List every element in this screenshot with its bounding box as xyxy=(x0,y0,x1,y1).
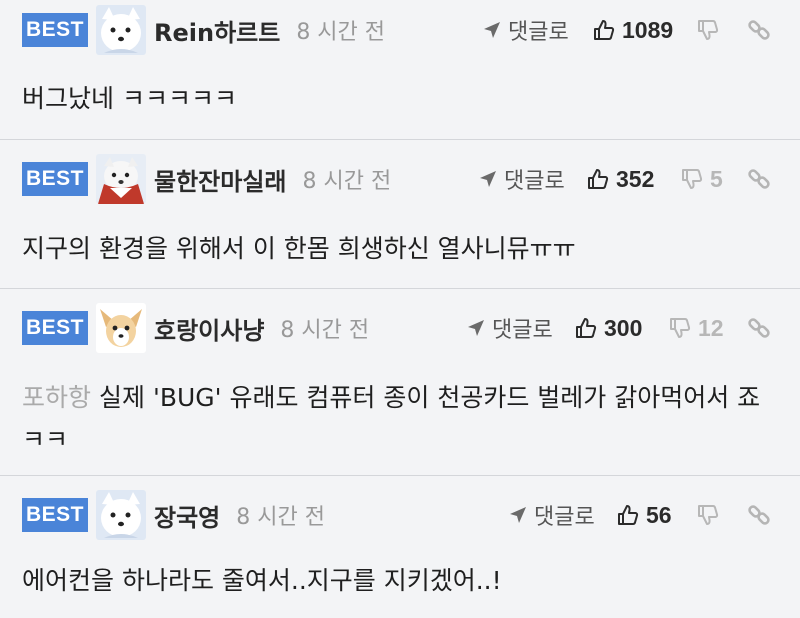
link-button[interactable] xyxy=(746,289,772,367)
upvote-button[interactable]: 300 xyxy=(574,289,642,367)
upvote-button[interactable]: 56 xyxy=(616,476,672,554)
thumbs-down-icon xyxy=(670,318,691,338)
reply-button[interactable]: 댓글로 xyxy=(508,476,595,554)
upvote-button[interactable]: 352 xyxy=(586,140,654,218)
timestamp: 8 시간 전 xyxy=(302,169,392,194)
send-arrow-icon xyxy=(510,507,526,523)
thumbs-down-icon xyxy=(682,169,703,189)
reply-button[interactable]: 댓글로 xyxy=(482,0,569,60)
best-badge: BEST xyxy=(22,13,88,47)
mention-user[interactable]: 포하항 xyxy=(22,383,91,412)
reply-label: 댓글로 xyxy=(508,20,569,45)
comment-item: BEST Rein하르트 8 시간 전 댓글로 1089 버그났네 ㅋㅋㅋㅋㅋ xyxy=(0,0,800,140)
upvote-count: 56 xyxy=(646,501,672,528)
send-arrow-icon xyxy=(468,320,484,336)
nickname[interactable]: Rein하르트 xyxy=(154,13,280,48)
thumbs-down-icon xyxy=(698,505,719,525)
send-arrow-icon xyxy=(480,171,496,187)
white-dog-avatar[interactable] xyxy=(96,490,146,540)
reply-label: 댓글로 xyxy=(534,505,595,530)
reply-label: 댓글로 xyxy=(504,169,565,194)
comment-text: 에어컨을 하나라도 줄여서..지구를 지키겠어..! xyxy=(22,560,776,602)
downvote-count: 12 xyxy=(698,314,724,341)
reply-button[interactable]: 댓글로 xyxy=(478,140,565,218)
timestamp: 8 시간 전 xyxy=(296,20,386,45)
upvote-count: 300 xyxy=(604,314,643,341)
best-badge: BEST xyxy=(22,162,88,196)
chihuahua-avatar[interactable] xyxy=(96,303,146,353)
thumbs-up-icon xyxy=(576,318,597,338)
upvote-count: 1089 xyxy=(622,16,674,43)
link-icon xyxy=(748,318,770,338)
thumbs-down-icon xyxy=(698,20,719,40)
comment-text: 포하항 실제 'BUG' 유래도 컴퓨터 종이 천공카드 벌레가 갉아먹어서 죠 … xyxy=(22,377,776,461)
comment-text: 버그났네 ㅋㅋㅋㅋㅋ xyxy=(22,78,776,120)
comment-item: BEST 호랑이사냥 8 시간 전 댓글로 300 12 포하항 실제 'BUG… xyxy=(0,289,800,476)
link-button[interactable] xyxy=(746,0,772,60)
comment-header: BEST 장국영 8 시간 전 xyxy=(22,476,800,554)
best-badge: BEST xyxy=(22,311,88,345)
comment-item: BEST 장국영 8 시간 전 댓글로 56 에어컨을 하나라도 줄여서..지구… xyxy=(0,476,800,618)
upvote-button[interactable]: 1089 xyxy=(592,0,673,60)
link-icon xyxy=(748,20,770,40)
comment-text: 지구의 환경을 위해서 이 한몸 희생하신 열사니뮤ㅠㅠ xyxy=(22,228,776,270)
white-dog-avatar[interactable] xyxy=(96,5,146,55)
link-icon xyxy=(748,505,770,525)
nickname[interactable]: 호랑이사냥 xyxy=(154,311,264,346)
link-button[interactable] xyxy=(746,140,772,218)
link-button[interactable] xyxy=(746,476,772,554)
downvote-button[interactable] xyxy=(696,476,726,554)
timestamp: 8 시간 전 xyxy=(236,505,325,530)
comment-header: BEST Rein하르트 8 시간 전 xyxy=(22,0,800,60)
upvote-count: 352 xyxy=(616,165,655,192)
downvote-button[interactable]: 5 xyxy=(680,140,723,218)
link-icon xyxy=(748,169,770,189)
reply-button[interactable]: 댓글로 xyxy=(466,289,553,367)
dog-red-cape-avatar[interactable] xyxy=(96,154,146,204)
reply-label: 댓글로 xyxy=(492,318,553,343)
timestamp: 8 시간 전 xyxy=(280,318,370,343)
comment-body: 버그났네 ㅋㅋㅋㅋㅋ xyxy=(22,84,237,113)
send-arrow-icon xyxy=(484,22,500,38)
thumbs-up-icon xyxy=(594,20,615,40)
comment-body: 지구의 환경을 위해서 이 한몸 희생하신 열사니뮤ㅠㅠ xyxy=(22,234,576,263)
downvote-button[interactable] xyxy=(696,0,726,60)
thumbs-up-icon xyxy=(588,169,609,189)
comment-body: 에어컨을 하나라도 줄여서..지구를 지키겠어..! xyxy=(22,566,502,595)
nickname[interactable]: 장국영 xyxy=(154,498,220,533)
comment-item: BEST 물한잔마실래 8 시간 전 댓글로 352 5 지구의 환경을 위해서… xyxy=(0,140,800,289)
downvote-count: 5 xyxy=(710,165,723,192)
thumbs-up-icon xyxy=(618,505,639,525)
nickname[interactable]: 물한잔마실래 xyxy=(154,162,286,197)
best-badge: BEST xyxy=(22,498,88,532)
comment-body: 실제 'BUG' 유래도 컴퓨터 종이 천공카드 벌레가 갉아먹어서 죠 ㅋㅋ xyxy=(22,383,761,454)
downvote-button[interactable]: 12 xyxy=(668,289,724,367)
